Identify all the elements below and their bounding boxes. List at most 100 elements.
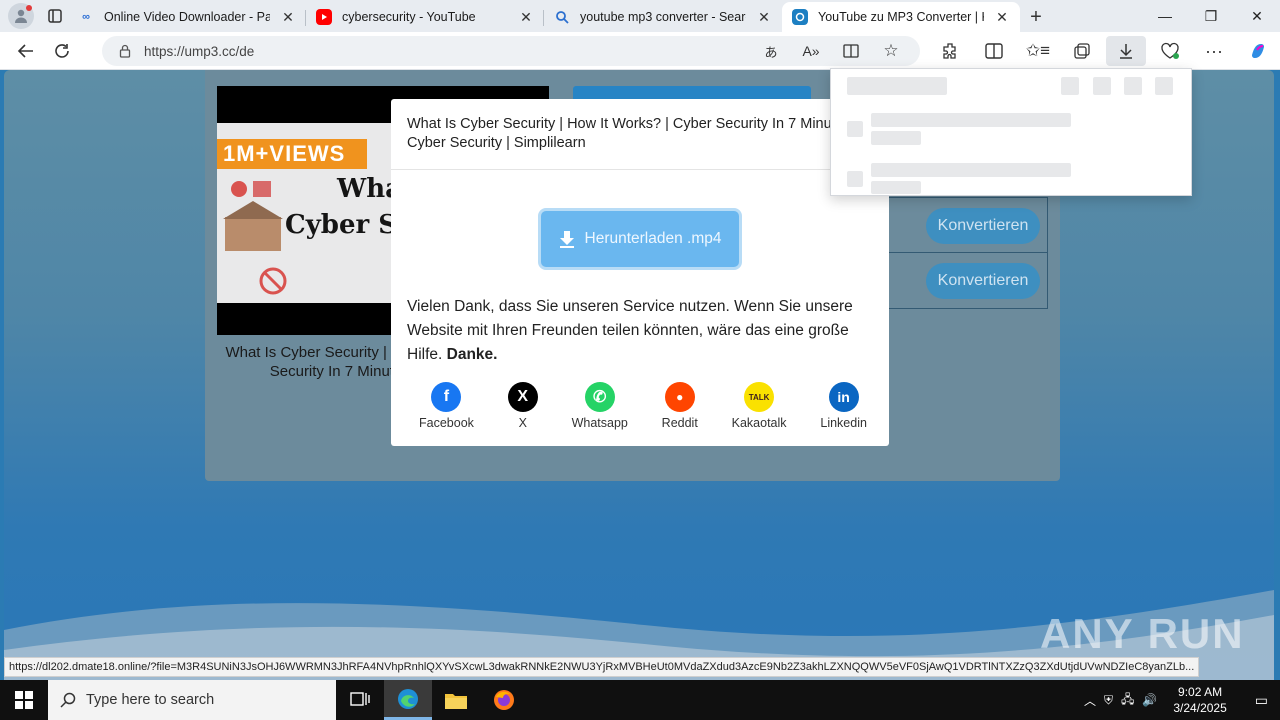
share-linkedin-button[interactable]: in Linkedin bbox=[820, 382, 867, 430]
thanks-text: Vielen Dank, dass Sie unseren Service nu… bbox=[407, 298, 853, 363]
kakaotalk-icon: TALK bbox=[744, 382, 775, 412]
skeleton-line bbox=[871, 163, 1071, 177]
thumbnail-illustration bbox=[223, 181, 287, 295]
refresh-button[interactable] bbox=[44, 35, 80, 67]
whatsapp-icon: ✆ bbox=[584, 382, 615, 412]
taskbar-search-box[interactable]: Type here to search bbox=[48, 680, 336, 720]
system-tray: ︿ ⛨ 🖧 🔊 9:02 AM 3/24/2025 ▭ bbox=[1084, 680, 1280, 720]
share-facebook-button[interactable]: f Facebook bbox=[419, 382, 474, 430]
clock[interactable]: 9:02 AM 3/24/2025 bbox=[1165, 684, 1234, 716]
lock-icon[interactable] bbox=[118, 44, 132, 58]
facebook-icon: f bbox=[431, 382, 462, 412]
notification-dot-icon bbox=[26, 5, 32, 11]
back-arrow-icon bbox=[17, 43, 33, 58]
network-icon[interactable]: 🖧 bbox=[1121, 690, 1134, 711]
search-favicon-icon bbox=[554, 9, 570, 25]
extensions-icon[interactable] bbox=[930, 36, 970, 66]
x-icon: X bbox=[507, 382, 538, 412]
linkedin-icon: in bbox=[828, 382, 859, 412]
share-row: f Facebook X X ✆ Whatsapp ● Reddit TALK bbox=[407, 382, 873, 430]
tab-title: YouTube zu MP3 Converter | Kost bbox=[818, 10, 984, 24]
tab-title: youtube mp3 converter - Search bbox=[580, 10, 746, 24]
tab-youtube-cybersecurity[interactable]: cybersecurity - YouTube ✕ bbox=[306, 2, 544, 32]
thanks-bold: Danke. bbox=[446, 346, 498, 363]
convert-button[interactable]: Konvertieren bbox=[926, 263, 1040, 299]
tab-actions-icon[interactable] bbox=[42, 3, 68, 29]
browser-essentials-icon[interactable] bbox=[1150, 36, 1190, 66]
search-icon bbox=[60, 692, 76, 708]
restore-icon[interactable]: ❐ bbox=[1188, 0, 1234, 32]
converter-favicon-icon bbox=[792, 9, 808, 25]
minimize-icon[interactable]: — bbox=[1142, 0, 1188, 32]
share-kakaotalk-button[interactable]: TALK Kakaotalk bbox=[732, 382, 787, 430]
favorites-icon[interactable]: ✩≡ bbox=[1018, 36, 1058, 66]
clock-time: 9:02 AM bbox=[1178, 685, 1223, 699]
convert-button[interactable]: Konvertieren bbox=[926, 208, 1040, 244]
start-button[interactable] bbox=[0, 680, 48, 720]
notifications-icon[interactable]: ▭ bbox=[1243, 692, 1280, 709]
volume-icon[interactable]: 🔊 bbox=[1142, 693, 1157, 707]
new-tab-button[interactable]: + bbox=[1020, 2, 1052, 32]
task-view-icon[interactable] bbox=[336, 680, 384, 720]
tab-title: Online Video Downloader - Paste bbox=[104, 10, 270, 24]
share-reddit-button[interactable]: ● Reddit bbox=[662, 382, 698, 430]
file-explorer-icon[interactable] bbox=[432, 680, 480, 720]
search-placeholder: Type here to search bbox=[86, 692, 215, 708]
windows-logo-icon bbox=[15, 691, 33, 709]
modal-title: What Is Cyber Security | How It Works? |… bbox=[391, 99, 889, 170]
skeleton-file-icon bbox=[847, 121, 863, 137]
tab-close-icon[interactable]: ✕ bbox=[518, 9, 534, 26]
defender-icon[interactable]: ⛨ bbox=[1104, 693, 1113, 708]
tab-close-icon[interactable]: ✕ bbox=[756, 9, 772, 26]
read-aloud-icon[interactable]: A» bbox=[794, 43, 828, 59]
address-bar-row: https://ump3.cc/de あ A» ☆ ✩≡ ··· bbox=[0, 32, 1280, 70]
views-badge: 1M+VIEWS bbox=[217, 139, 367, 169]
share-whatsapp-button[interactable]: ✆ Whatsapp bbox=[572, 382, 628, 430]
edge-taskbar-icon[interactable] bbox=[384, 680, 432, 720]
anyrun-watermark: ANY RUN bbox=[1040, 610, 1245, 657]
downloads-icon[interactable] bbox=[1106, 36, 1146, 66]
windows-taskbar: Type here to search ︿ ⛨ 🖧 🔊 9:02 AM 3/24… bbox=[0, 680, 1280, 720]
skeleton-icon bbox=[1124, 77, 1142, 95]
skeleton-line bbox=[871, 131, 921, 145]
translate-icon[interactable]: あ bbox=[754, 42, 788, 61]
status-link-preview: https://dl202.dmate18.online/?file=M3R4S… bbox=[4, 657, 1200, 677]
url-text: https://ump3.cc/de bbox=[144, 43, 255, 59]
profile-avatar-icon[interactable] bbox=[8, 3, 34, 29]
url-field[interactable]: https://ump3.cc/de あ A» ☆ bbox=[102, 36, 920, 66]
close-window-icon[interactable]: ✕ bbox=[1234, 0, 1280, 32]
download-label: Herunterladen .mp4 bbox=[584, 230, 722, 247]
downloads-flyout bbox=[830, 68, 1192, 196]
tab-bing-search[interactable]: youtube mp3 converter - Search ✕ bbox=[544, 2, 782, 32]
collections-icon[interactable] bbox=[1062, 36, 1102, 66]
skeleton-icon bbox=[1093, 77, 1111, 95]
skeleton-line bbox=[871, 181, 921, 194]
skeleton-header bbox=[847, 77, 947, 95]
back-button[interactable] bbox=[8, 35, 44, 67]
tab-youtube-mp3-converter[interactable]: YouTube zu MP3 Converter | Kost ✕ bbox=[782, 2, 1020, 32]
video-downloader-favicon-icon: ∞ bbox=[82, 11, 90, 23]
tab-close-icon[interactable]: ✕ bbox=[280, 9, 296, 26]
reddit-icon: ● bbox=[664, 382, 695, 412]
download-icon bbox=[559, 231, 574, 248]
share-x-button[interactable]: X X bbox=[507, 382, 538, 430]
skeleton-line bbox=[871, 113, 1071, 127]
download-modal: What Is Cyber Security | How It Works? |… bbox=[391, 99, 889, 446]
more-menu-icon[interactable]: ··· bbox=[1194, 36, 1234, 66]
skeleton-icon bbox=[1155, 77, 1173, 95]
split-screen-icon[interactable] bbox=[974, 36, 1014, 66]
immersive-reader-icon[interactable] bbox=[834, 44, 868, 58]
copilot-icon[interactable] bbox=[1238, 36, 1278, 66]
refresh-icon bbox=[55, 43, 69, 58]
skeleton-file-icon bbox=[847, 171, 863, 187]
tab-close-icon[interactable]: ✕ bbox=[994, 9, 1010, 26]
tab-online-video-downloader[interactable]: ∞ Online Video Downloader - Paste ✕ bbox=[68, 2, 306, 32]
clock-date: 3/24/2025 bbox=[1173, 701, 1227, 715]
browser-tab-bar: ∞ Online Video Downloader - Paste ✕ cybe… bbox=[0, 0, 1280, 32]
tab-title: cybersecurity - YouTube bbox=[342, 10, 476, 24]
download-mp4-button[interactable]: Herunterladen .mp4 bbox=[538, 208, 742, 270]
firefox-icon[interactable] bbox=[480, 680, 528, 720]
tray-expand-icon[interactable]: ︿ bbox=[1084, 692, 1096, 709]
favorite-star-icon[interactable]: ☆ bbox=[874, 41, 908, 61]
youtube-favicon-icon bbox=[316, 9, 332, 25]
